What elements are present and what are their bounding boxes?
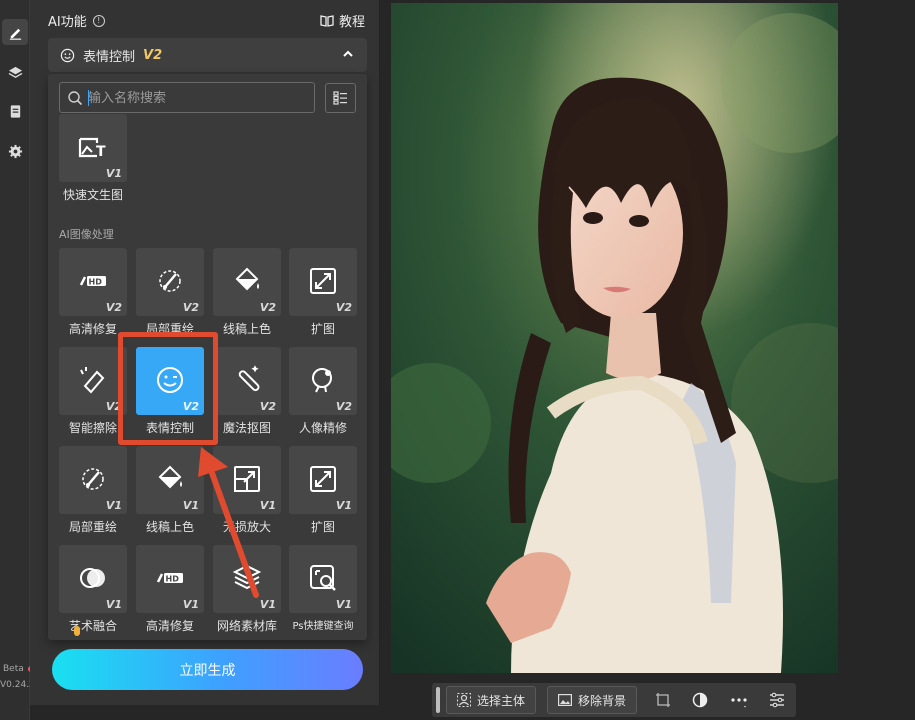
tool-version-badge: V2 bbox=[259, 301, 276, 314]
expand-icon bbox=[310, 268, 336, 294]
panel-title-text: AI功能 bbox=[48, 15, 87, 30]
section-ai-image: AI图像处理 bbox=[59, 228, 114, 241]
select-subject-button[interactable]: 选择主体 bbox=[446, 686, 537, 714]
person-icon bbox=[457, 693, 471, 707]
magic-wand-icon bbox=[238, 365, 260, 392]
tool-tile-blend[interactable]: V1 bbox=[59, 545, 127, 613]
book-icon bbox=[320, 14, 334, 27]
tool-tile-paint-bucket[interactable]: V2 bbox=[213, 248, 281, 316]
hd-icon: HD bbox=[156, 573, 183, 584]
tool-label: 魔法抠图 bbox=[222, 421, 271, 435]
canvas-image[interactable] bbox=[391, 3, 838, 673]
expand-icon bbox=[310, 466, 336, 492]
view-toggle-button[interactable] bbox=[325, 83, 356, 113]
history-tool-button[interactable] bbox=[2, 98, 28, 124]
remove-background-button[interactable]: 移除背景 bbox=[547, 686, 638, 714]
settings-tool-button[interactable] bbox=[2, 138, 28, 164]
tool-version-badge: V2 bbox=[182, 301, 199, 314]
contrast-icon[interactable] bbox=[691, 691, 709, 709]
tool-version-badge: V1 bbox=[105, 499, 122, 512]
tutorial-label: 教程 bbox=[338, 15, 365, 30]
tool-label: 线稿上色 bbox=[222, 322, 271, 336]
select-subject-label: 选择主体 bbox=[477, 693, 526, 708]
panel-title: AI功能 ! bbox=[48, 11, 105, 30]
generate-button[interactable]: 立即生成 bbox=[52, 649, 363, 690]
tool-tile-brush[interactable]: V2 bbox=[136, 248, 204, 316]
search-icon bbox=[68, 91, 83, 106]
tool-tile-magic-wand[interactable]: V2 bbox=[213, 347, 281, 415]
tool-version-badge: V2 bbox=[335, 301, 352, 314]
tool-version-badge: V2 bbox=[259, 400, 276, 413]
edit-tool-button[interactable] bbox=[2, 19, 28, 45]
image-text-icon: T bbox=[78, 137, 106, 160]
scroll-edge-indicator bbox=[74, 626, 80, 636]
tool-version-badge: V1 bbox=[105, 167, 122, 180]
blend-icon bbox=[80, 568, 105, 588]
adjustments-icon[interactable] bbox=[768, 691, 786, 709]
tool-tile-image-text[interactable]: T V1 bbox=[59, 114, 127, 182]
beta-label: Beta bbox=[3, 664, 24, 674]
tool-label: 高清修复 bbox=[145, 619, 194, 633]
toolbar-drag-handle[interactable] bbox=[436, 687, 440, 713]
brush-icon bbox=[82, 468, 104, 490]
search-box[interactable] bbox=[59, 82, 315, 113]
tool-label: 快速文生图 bbox=[62, 188, 123, 202]
paint-bucket-icon bbox=[158, 465, 182, 489]
tool-label: 扩图 bbox=[310, 520, 335, 534]
svg-text:HD: HD bbox=[89, 278, 103, 287]
portrait-photo bbox=[391, 3, 838, 673]
shortcut-search-icon bbox=[310, 565, 336, 591]
tool-tile-shortcut-search[interactable]: V1 bbox=[289, 545, 357, 613]
tool-label: 艺术融合 bbox=[68, 619, 117, 633]
dropdown-title: 表情控制 bbox=[83, 49, 136, 65]
smile-icon bbox=[60, 48, 75, 62]
tool-version-badge: V2 bbox=[335, 400, 352, 413]
selection-highlight-box bbox=[118, 332, 218, 445]
left-rail: Beta V0.24.2 bbox=[0, 0, 35, 720]
image-toolbar: 选择主体 移除背景 bbox=[432, 683, 796, 717]
hd-icon: HD bbox=[79, 276, 106, 287]
tool-label: 网络素材库 bbox=[216, 619, 277, 633]
tool-label: 扩图 bbox=[310, 322, 335, 336]
tool-version-badge: V1 bbox=[335, 499, 352, 512]
image-icon bbox=[558, 694, 572, 706]
dropdown-version-badge: V2 bbox=[143, 47, 163, 63]
annotation-arrow-icon bbox=[198, 447, 259, 598]
layers-icon bbox=[8, 66, 22, 78]
tool-tile-expand[interactable]: V2 bbox=[289, 248, 357, 316]
document-icon bbox=[10, 104, 20, 118]
text-caret bbox=[88, 90, 89, 106]
tool-version-badge: V2 bbox=[105, 301, 122, 314]
more-icon[interactable] bbox=[730, 691, 748, 709]
tool-tile-eraser[interactable]: V2 bbox=[59, 347, 127, 415]
crop-icon[interactable] bbox=[654, 691, 672, 709]
eraser-icon bbox=[80, 367, 105, 394]
chevron-up-icon[interactable] bbox=[341, 47, 355, 61]
tool-label: 人像精修 bbox=[298, 421, 347, 435]
portrait-icon bbox=[312, 368, 332, 393]
brush-icon bbox=[159, 270, 181, 292]
pencil-icon bbox=[9, 28, 21, 40]
tool-tile-hd[interactable]: HD V2 bbox=[59, 248, 127, 316]
svg-text:T: T bbox=[96, 144, 106, 160]
tool-version-badge: V1 bbox=[335, 598, 352, 611]
gear-icon bbox=[8, 144, 22, 158]
tool-tile-expand[interactable]: V1 bbox=[289, 446, 357, 514]
tool-label: 局部重绘 bbox=[68, 520, 117, 534]
tutorial-link[interactable]: 教程 bbox=[320, 11, 365, 30]
list-view-icon bbox=[333, 91, 347, 105]
feature-dropdown[interactable]: 表情控制 V2 bbox=[48, 38, 367, 72]
layers-tool-button[interactable] bbox=[2, 59, 28, 85]
tool-tile-portrait[interactable]: V2 bbox=[289, 347, 357, 415]
svg-text:HD: HD bbox=[166, 575, 180, 584]
paint-bucket-icon bbox=[235, 267, 259, 291]
tool-label: Ps快捷键查询 bbox=[292, 621, 354, 632]
remove-background-label: 移除背景 bbox=[578, 693, 627, 708]
search-input[interactable] bbox=[88, 87, 308, 109]
tool-version-badge: V1 bbox=[105, 598, 122, 611]
app-root: Beta V0.24.2 AI功能 ! 教程 表情控制 V2 输入名称搜索 T … bbox=[0, 0, 915, 720]
info-icon[interactable]: ! bbox=[92, 14, 105, 27]
tool-tile-brush[interactable]: V1 bbox=[59, 446, 127, 514]
